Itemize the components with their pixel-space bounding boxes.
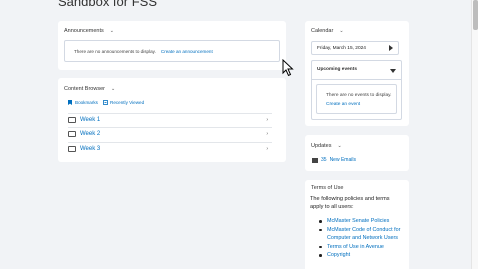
bookmarks-button[interactable]: Bookmarks <box>68 100 98 105</box>
list-item[interactable]: Week 3 › <box>68 143 272 155</box>
mail-icon <box>312 157 318 163</box>
mouse-cursor-icon <box>282 58 294 82</box>
terms-title: Terms of Use <box>311 185 344 191</box>
announcements-title[interactable]: Announcements ⌄ <box>64 28 114 34</box>
page-title: Sandbox for FSS <box>58 0 157 9</box>
list-item[interactable]: Week 2 › <box>68 128 272 140</box>
updates-title[interactable]: Updates ⌄ <box>311 143 342 149</box>
caret-right-icon <box>389 45 393 51</box>
no-events-box: There are no events to display. Create a… <box>316 84 397 114</box>
folder-icon <box>68 146 76 152</box>
terms-link-copyright[interactable]: Copyright <box>318 251 406 260</box>
chevron-down-icon[interactable]: ⌄ <box>338 143 342 149</box>
scrollbar-thumb[interactable] <box>473 0 478 30</box>
folder-icon <box>68 117 76 123</box>
content-browser-title[interactable]: Content Browser ⌄ <box>64 86 115 92</box>
calendar-date-selector[interactable]: Friday, March 15, 2024 <box>311 41 399 55</box>
announcements-empty: There are no announcements to display. C… <box>64 40 280 62</box>
new-emails-link[interactable]: 35 New Emails <box>312 157 356 163</box>
terms-links: McMaster Senate Policies McMaster Code o… <box>318 217 406 260</box>
terms-link-avenue[interactable]: Terms of Use in Avenue <box>318 243 406 252</box>
create-announcement-link[interactable]: Create an announcement <box>161 49 213 54</box>
divider <box>312 79 401 80</box>
folder-icon <box>68 131 76 137</box>
calendar-title[interactable]: Calendar ⌄ <box>311 28 344 34</box>
terms-intro: The following policies and terms apply t… <box>310 196 390 210</box>
bookmark-icon <box>68 100 72 105</box>
chevron-down-icon[interactable]: ⌄ <box>111 86 115 92</box>
chevron-down-icon[interactable]: ⌄ <box>339 28 343 34</box>
recently-viewed-button[interactable]: Recently Viewed <box>103 100 144 105</box>
recent-icon <box>103 100 108 105</box>
chevron-down-icon[interactable]: ⌄ <box>110 28 114 34</box>
chevron-right-icon: › <box>266 131 268 137</box>
chevron-right-icon: › <box>266 117 268 123</box>
caret-down-icon[interactable] <box>390 69 396 73</box>
terms-link-code-of-conduct[interactable]: McMaster Code of Conduct for Computer an… <box>318 226 406 243</box>
create-event-link[interactable]: Create an event <box>326 102 360 107</box>
chevron-right-icon: › <box>266 146 268 152</box>
scrollbar[interactable] <box>471 0 478 269</box>
list-item[interactable]: Week 1 › <box>68 114 272 126</box>
updates-widget <box>305 135 409 171</box>
terms-link-senate[interactable]: McMaster Senate Policies <box>318 217 406 226</box>
